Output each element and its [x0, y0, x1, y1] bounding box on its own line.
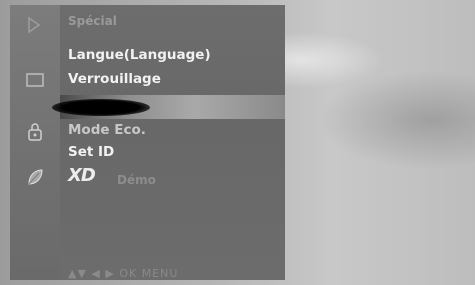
xd-logo[interactable]: XD	[68, 165, 96, 186]
special-menu-panel: Spécial Langue(Language) Verrouillage Mo…	[52, 5, 285, 280]
navigation-hints: ▲▼ ◀ ▶ OK MENU	[68, 267, 179, 280]
menu-item-set-id[interactable]: Set ID	[68, 144, 114, 160]
menu-item-language[interactable]: Langue(Language)	[68, 47, 211, 63]
leaf-icon[interactable]	[25, 167, 45, 187]
lock-icon[interactable]	[25, 122, 45, 142]
tv-screen: Spécial Langue(Language) Verrouillage Mo…	[0, 0, 475, 285]
menu-item-lock[interactable]: Verrouillage	[68, 71, 161, 87]
special-icon[interactable]	[25, 15, 45, 35]
xd-demo-label[interactable]: Démo	[117, 173, 156, 187]
category-sidebar	[10, 5, 60, 280]
selected-item-blur	[52, 99, 150, 116]
menu-item-eco-mode[interactable]: Mode Eco.	[68, 122, 146, 138]
screen-icon[interactable]	[25, 70, 45, 90]
menu-title: Spécial	[68, 14, 117, 28]
